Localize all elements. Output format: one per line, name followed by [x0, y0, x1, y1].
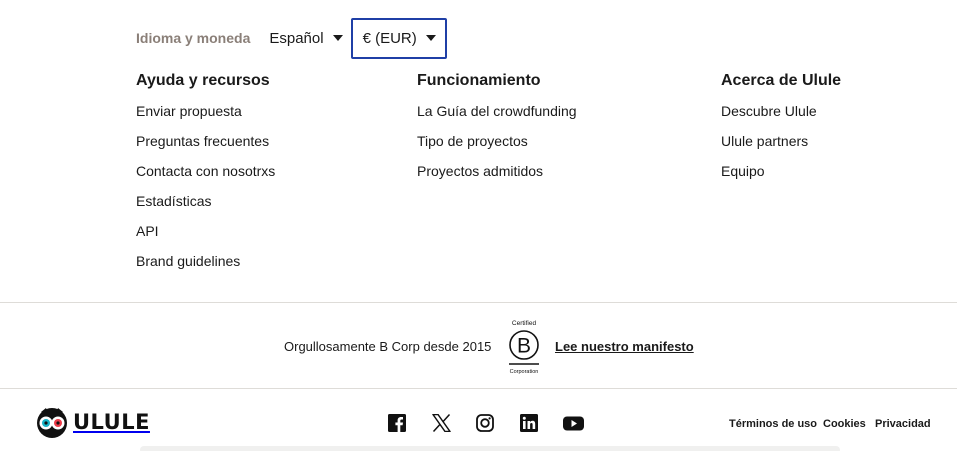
footer-link-team[interactable]: Equipo — [721, 163, 841, 193]
youtube-icon[interactable] — [563, 414, 584, 437]
footer-link-project-types[interactable]: Tipo de proyectos — [417, 133, 577, 163]
bcorp-logo-top: Certified — [512, 320, 537, 327]
footer-link-brand-guidelines[interactable]: Brand guidelines — [136, 253, 275, 283]
sticky-bar-shadow — [140, 446, 840, 451]
ulule-logo[interactable]: ULULE — [35, 405, 150, 439]
footer-link-stats[interactable]: Estadísticas — [136, 193, 275, 223]
footer-link-submit-project[interactable]: Enviar propuesta — [136, 103, 275, 133]
bcorp-statement: Orgullosamente B Corp desde 2015 — [284, 339, 492, 354]
column-heading: Ayuda y recursos — [136, 72, 270, 89]
currency-select[interactable]: € (EUR) — [350, 17, 447, 59]
facebook-icon[interactable] — [388, 414, 406, 437]
footer-link-accepted-projects[interactable]: Proyectos admitidos — [417, 163, 577, 193]
footer-column-how-it-works: Funcionamiento La Guía del crowdfunding … — [417, 70, 577, 193]
bcorp-logo-bottom: Corporation — [510, 369, 539, 375]
divider — [0, 388, 957, 389]
language-currency-title: Idioma y moneda — [136, 30, 251, 46]
footer-link-discover-ulule[interactable]: Descubre Ulule — [721, 103, 841, 133]
footer-column-help: Ayuda y recursos Enviar propuesta Pregun… — [136, 70, 275, 283]
cookies-link[interactable]: Cookies — [823, 418, 866, 430]
privacy-link[interactable]: Privacidad — [875, 418, 931, 430]
language-select[interactable]: Español — [269, 29, 343, 47]
footer-link-contact[interactable]: Contacta con nosotrxs — [136, 163, 275, 193]
bottom-bar: ULULE Términos de uso Cookies Privacidad — [0, 400, 957, 451]
bcorp-logo: Certified B Corporation — [509, 320, 539, 375]
column-heading: Acerca de Ulule — [721, 72, 842, 89]
owl-logo-icon — [37, 408, 67, 438]
currency-select-value: € (EUR) — [362, 29, 417, 47]
divider — [0, 302, 957, 303]
column-heading: Funcionamiento — [417, 72, 541, 89]
logo-text: ULULE — [73, 410, 150, 434]
footer-link-api[interactable]: API — [136, 223, 275, 253]
footer-column-about: Acerca de Ulule Descubre Ulule Ulule par… — [721, 70, 841, 193]
svg-text:B: B — [517, 335, 531, 358]
x-icon[interactable] — [432, 413, 451, 437]
language-select-value: Español — [269, 29, 324, 47]
terms-link[interactable]: Términos de uso — [729, 418, 817, 430]
caret-down-icon — [332, 35, 343, 41]
footer-link-partners[interactable]: Ulule partners — [721, 133, 841, 163]
caret-down-icon — [425, 35, 436, 41]
linkedin-icon[interactable] — [520, 414, 538, 437]
manifesto-link[interactable]: Lee nuestro manifesto — [555, 339, 694, 354]
instagram-icon[interactable] — [476, 414, 494, 437]
footer-link-crowdfunding-guide[interactable]: La Guía del crowdfunding — [417, 103, 577, 133]
language-currency-bar: Idioma y moneda Español € (EUR) — [136, 17, 447, 59]
bcorp-section: Orgullosamente B Corp desde 2015 Certifi… — [0, 314, 957, 376]
footer-link-faq[interactable]: Preguntas frecuentes — [136, 133, 275, 163]
